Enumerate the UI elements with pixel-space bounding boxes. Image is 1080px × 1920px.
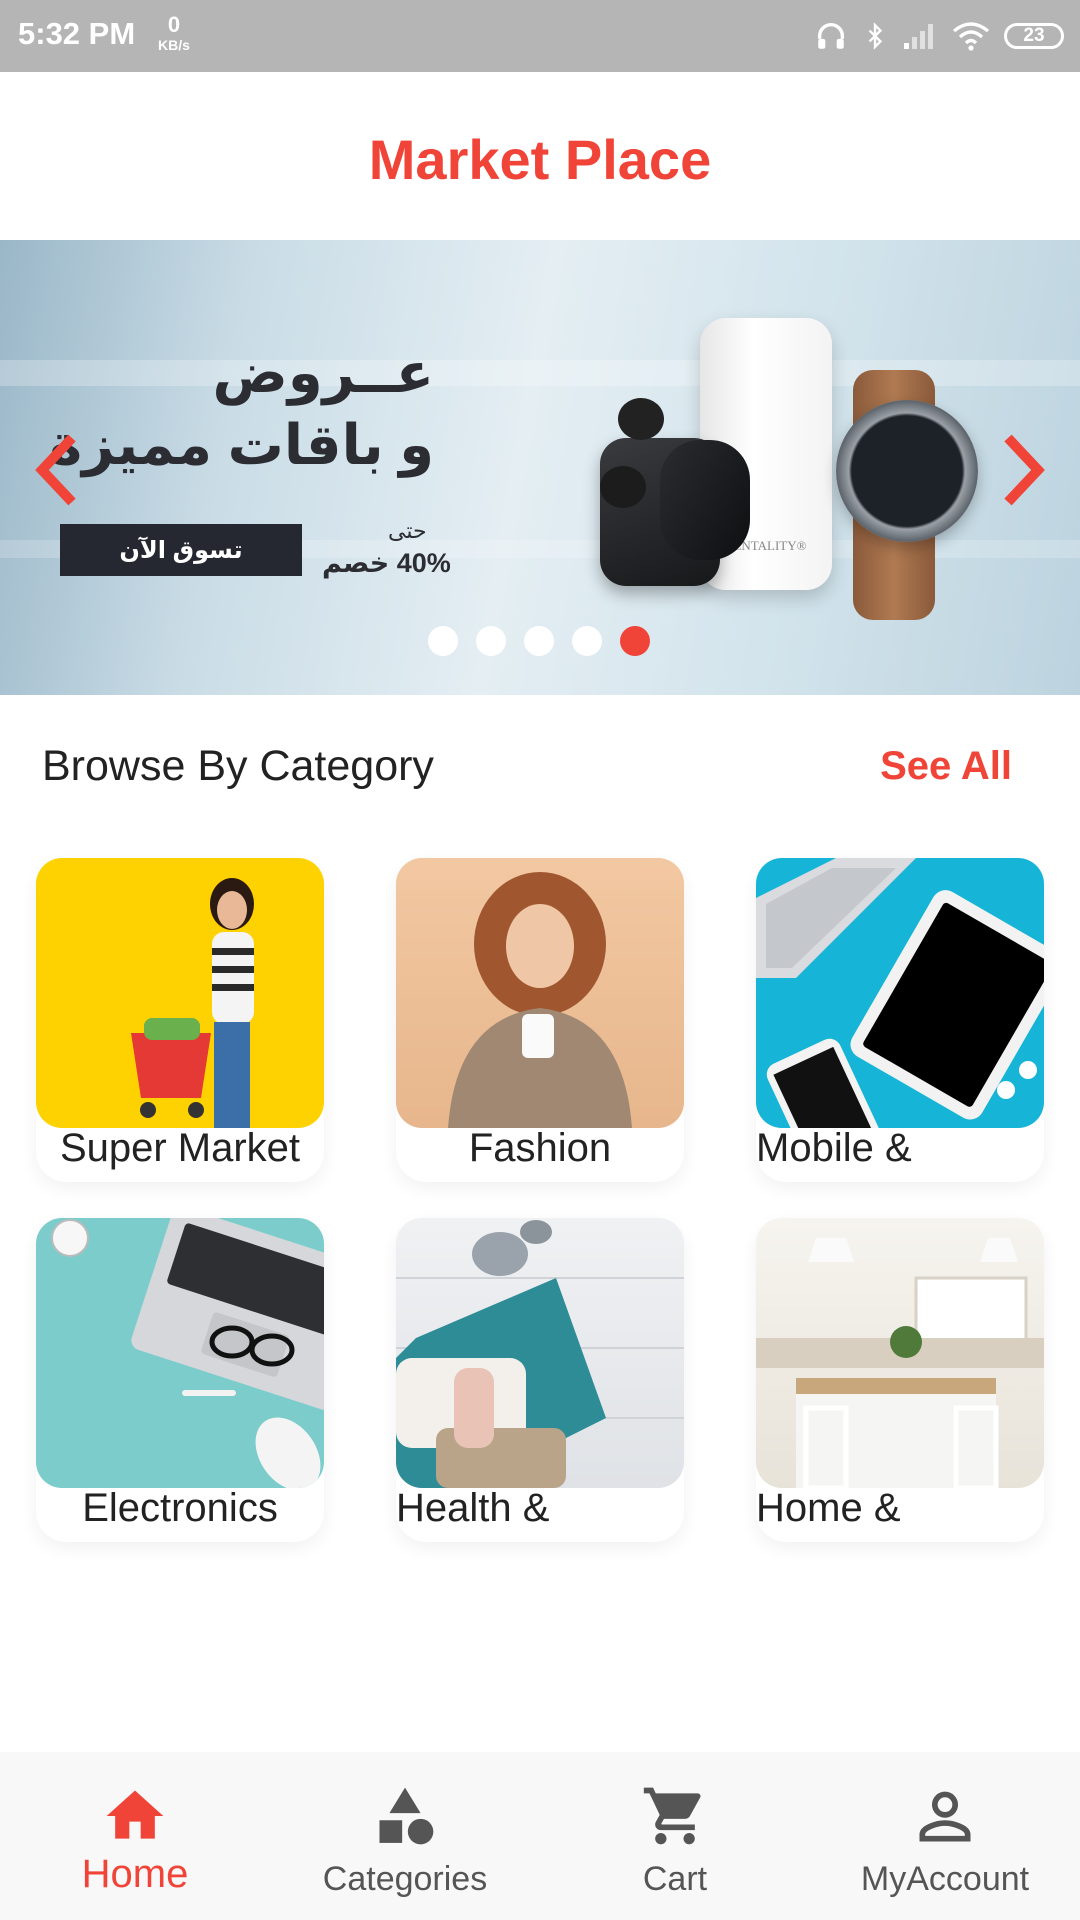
account-icon [919, 1791, 971, 1842]
cart-icon [643, 1787, 701, 1845]
banner-upto-text: حتى [388, 518, 427, 543]
nav-label-cart: Cart [642, 1860, 708, 1898]
carousel-prev-chevron-icon[interactable] [28, 430, 88, 510]
headphones-icon [817, 23, 845, 49]
earbud-image [618, 398, 664, 440]
category-image-super-market [36, 858, 324, 1128]
carousel-dot[interactable] [476, 626, 506, 656]
nav-item-categories[interactable]: Categories [310, 1752, 500, 1920]
network-speed-unit: KB/s [158, 37, 190, 53]
category-label: Super Market [59, 1126, 301, 1170]
category-card-electronics[interactable]: Electronics [36, 1218, 324, 1542]
promo-banner-carousel[interactable]: عــروض و باقات مميزة تسوق الآن حتى 40% خ… [0, 240, 1080, 695]
nav-label-myaccount: MyAccount [860, 1860, 1030, 1898]
status-bar: 5:32 PM 0 KB/s 23 [0, 0, 1080, 72]
nav-item-cart[interactable]: Cart [600, 1752, 750, 1920]
category-card-home[interactable]: Home & [756, 1218, 1044, 1542]
banner-discount-text: 40% خصم [322, 548, 451, 578]
nav-item-home[interactable]: Home [60, 1752, 210, 1920]
banner-headline-line1: عــروض [212, 341, 434, 404]
category-label: Health & [396, 1486, 550, 1530]
earbuds-case-lid-image [660, 440, 750, 560]
battery-icon: 23 [1004, 23, 1064, 49]
category-card-health[interactable]: Health & [396, 1218, 684, 1542]
earbud-image [600, 466, 646, 508]
wifi-icon [952, 22, 990, 51]
bluetooth-icon [868, 22, 883, 50]
network-speed-value: 0 [167, 12, 181, 37]
network-speed: 0 KB/s [152, 12, 196, 53]
see-all-link[interactable]: See All [880, 744, 1012, 789]
page-title: Market Place [368, 128, 712, 191]
carousel-next-chevron-icon[interactable] [992, 430, 1052, 510]
category-image-home [756, 1218, 1044, 1488]
app-bar: Market Place [0, 72, 1080, 240]
category-card-fashion[interactable]: Fashion [396, 858, 684, 1182]
smartwatch-image [836, 400, 978, 542]
category-card-super-market[interactable]: Super Market [36, 858, 324, 1182]
nav-label-home: Home [81, 1852, 189, 1896]
banner-headline-line2: و باقات مميزة [49, 413, 434, 476]
category-label: Home & [756, 1486, 901, 1530]
category-label: Electronics [82, 1486, 278, 1530]
home-icon [106, 1790, 164, 1839]
nav-item-myaccount[interactable]: MyAccount [840, 1752, 1050, 1920]
category-image-mobile [756, 858, 1044, 1128]
category-image-fashion [396, 858, 684, 1128]
section-title: Browse By Category [42, 742, 434, 790]
carousel-dot[interactable] [572, 626, 602, 656]
carousel-dot[interactable] [428, 626, 458, 656]
carousel-indicator [428, 626, 650, 656]
bottom-navigation: Home Categories Cart MyAccount [0, 1752, 1080, 1920]
status-icons: 23 [814, 14, 1064, 58]
category-image-electronics [36, 1218, 324, 1488]
categories-icon [379, 1787, 434, 1845]
carousel-dot[interactable] [524, 626, 554, 656]
category-image-health [396, 1218, 684, 1488]
category-label: Fashion [468, 1126, 612, 1170]
signal-icon [904, 24, 933, 49]
category-card-mobile[interactable]: Mobile & [756, 858, 1044, 1182]
status-time: 5:32 PM [18, 16, 136, 51]
category-label: Mobile & [756, 1126, 912, 1170]
nav-label-categories: Categories [322, 1860, 488, 1898]
carousel-dot-active[interactable] [620, 626, 650, 656]
shop-now-button[interactable]: تسوق الآن [60, 524, 302, 576]
